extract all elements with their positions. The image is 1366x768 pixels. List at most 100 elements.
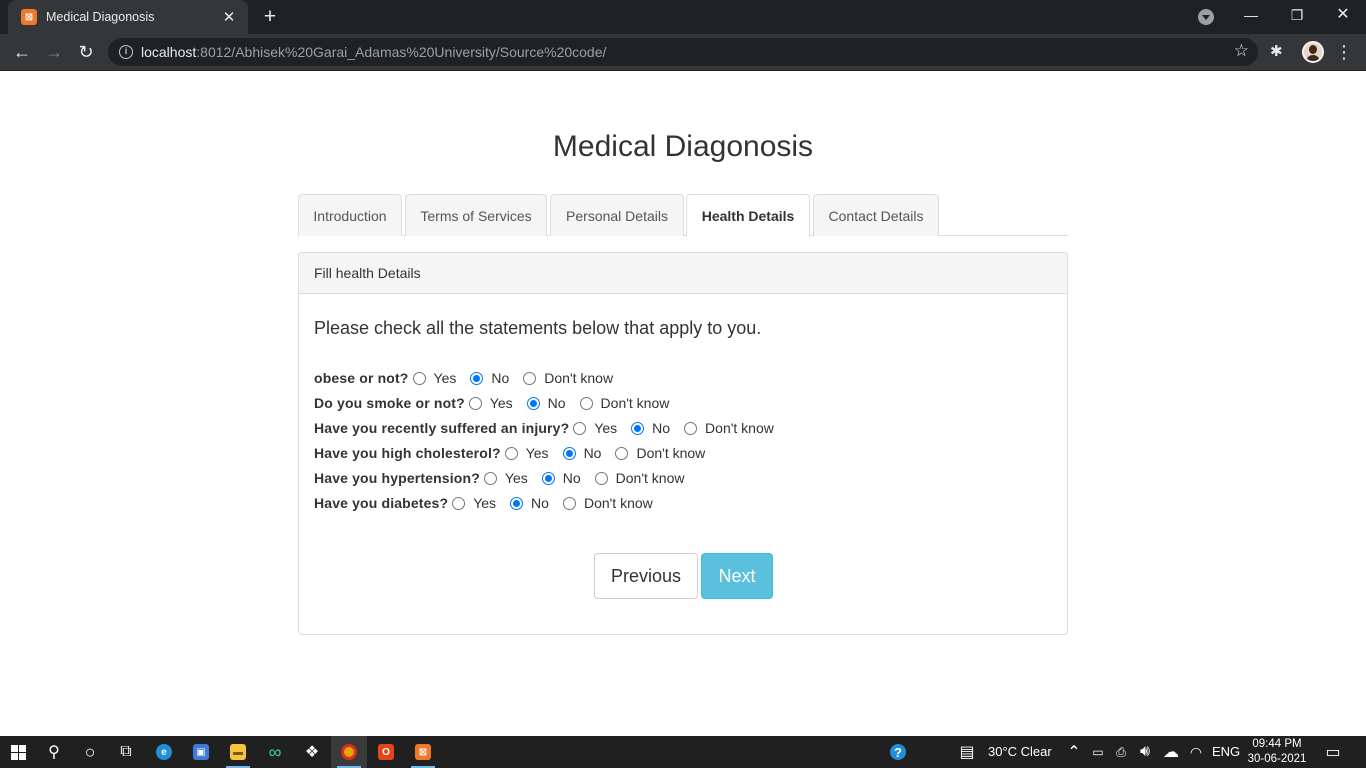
next-button[interactable]: Next — [701, 553, 773, 599]
radio-no[interactable] — [631, 421, 645, 435]
previous-button[interactable]: Previous — [594, 553, 698, 599]
option-label-dont-know[interactable]: Don't know — [616, 470, 685, 486]
onedrive-icon[interactable]: ☁ — [1158, 736, 1184, 768]
bookmark-star-icon[interactable]: ☆ — [1234, 41, 1249, 61]
battery-icon[interactable]: ▭ — [1087, 736, 1109, 768]
minimize-button[interactable]: — — [1228, 0, 1274, 32]
option-label-dont-know[interactable]: Don't know — [584, 495, 653, 511]
system-clock[interactable]: 09:44 PM 30-06-2021 — [1246, 737, 1308, 767]
tab-contact-details[interactable]: Contact Details — [813, 194, 939, 236]
radio-yes[interactable] — [573, 421, 587, 435]
notifications-icon[interactable]: ▭ — [1318, 736, 1348, 768]
health-details-panel: Fill health Details Please check all the… — [298, 252, 1068, 635]
tab-personal-details[interactable]: Personal Details — [550, 194, 684, 236]
option-label-yes[interactable]: Yes — [594, 420, 617, 436]
tray-chevron-up-icon[interactable]: ⌃ — [1062, 736, 1086, 768]
clock-date: 30-06-2021 — [1247, 753, 1307, 765]
url-path: :8012/Abhisek%20Garai_Adamas%20Universit… — [196, 44, 607, 60]
page-title: Medical Diagonosis — [552, 130, 814, 163]
question-label: Have you recently suffered an injury? — [314, 420, 570, 436]
radio-no[interactable] — [526, 396, 540, 410]
radio-yes[interactable] — [504, 446, 518, 460]
language-indicator[interactable]: ENG — [1212, 736, 1240, 768]
tab-introduction[interactable]: Introduction — [298, 194, 402, 236]
question-label: Do you smoke or not? — [314, 395, 465, 411]
radio-dont-know[interactable] — [579, 396, 593, 410]
edge-browser-icon[interactable]: e — [146, 736, 182, 768]
radio-yes[interactable] — [468, 396, 482, 410]
radio-no[interactable] — [510, 496, 524, 510]
option-label-yes[interactable]: Yes — [473, 495, 496, 511]
browser-menu-icon[interactable]: ⋮ — [1334, 38, 1354, 66]
radio-yes[interactable] — [452, 496, 466, 510]
volume-icon[interactable]: 🔊︎ — [1133, 736, 1157, 768]
option-label-yes[interactable]: Yes — [434, 370, 457, 386]
site-info-icon[interactable]: i — [119, 45, 133, 59]
windows-taskbar: ⚲ ○ ⧉ e ▣ ▬ ∞ ❖ O ⊠ ? ▤ 30°C Clear ⌃ ▭ ⎙… — [0, 736, 1366, 768]
dropbox-icon[interactable]: ❖ — [294, 736, 330, 768]
option-label-dont-know[interactable]: Don't know — [636, 445, 705, 461]
store-icon[interactable]: ▣ — [183, 736, 219, 768]
option-label-no[interactable]: No — [563, 470, 581, 486]
cortana-icon[interactable]: ○ — [72, 736, 108, 768]
option-label-no[interactable]: No — [584, 445, 602, 461]
weather-text[interactable]: 30°C Clear — [988, 736, 1052, 768]
browser-tabstrip: ⊠ Medical Diagonosis ✕ + — ❐ ✕ — [0, 0, 1366, 34]
tab-terms-of-services[interactable]: Terms of Services — [405, 194, 547, 236]
option-label-yes[interactable]: Yes — [526, 445, 549, 461]
browser-tab[interactable]: ⊠ Medical Diagonosis ✕ — [8, 0, 248, 34]
radio-dont-know[interactable] — [562, 496, 576, 510]
restore-button[interactable]: ❐ — [1274, 0, 1320, 32]
tab-search-icon[interactable] — [1198, 9, 1214, 25]
back-arrow-icon[interactable]: ← — [8, 38, 36, 66]
forward-arrow-icon[interactable]: → — [40, 38, 68, 66]
question-row: obese or not? Yes No Don't know — [314, 368, 623, 388]
form-tabs: Introduction Terms of Services Personal … — [298, 194, 1068, 237]
network-device-icon[interactable]: ⎙ — [1110, 736, 1132, 768]
task-view-icon[interactable]: ⧉ — [108, 736, 144, 768]
option-label-no[interactable]: No — [548, 395, 566, 411]
tab-health-details[interactable]: Health Details — [686, 194, 810, 237]
url-text[interactable]: localhost:8012/Abhisek%20Garai_Adamas%20… — [141, 44, 606, 60]
wifi-icon[interactable]: ◠ — [1184, 736, 1208, 768]
xampp-taskbar-icon[interactable]: ⊠ — [405, 736, 441, 768]
radio-dont-know[interactable] — [615, 446, 629, 460]
radio-dont-know[interactable] — [523, 371, 537, 385]
option-label-no[interactable]: No — [652, 420, 670, 436]
reload-icon[interactable]: ↻ — [72, 38, 100, 66]
radio-dont-know[interactable] — [684, 421, 698, 435]
windows-start-icon[interactable] — [0, 736, 36, 768]
new-tab-button[interactable]: + — [258, 4, 282, 30]
question-row: Do you smoke or not? Yes No Don't know — [314, 393, 679, 413]
option-label-dont-know[interactable]: Don't know — [544, 370, 613, 386]
radio-no[interactable] — [562, 446, 576, 460]
radio-dont-know[interactable] — [594, 471, 608, 485]
question-label: obese or not? — [314, 370, 409, 386]
close-window-button[interactable]: ✕ — [1320, 0, 1366, 32]
close-tab-icon[interactable]: ✕ — [220, 8, 238, 26]
radio-yes[interactable] — [412, 371, 426, 385]
file-explorer-icon[interactable]: ▬ — [220, 736, 256, 768]
radio-no[interactable] — [470, 371, 484, 385]
option-label-no[interactable]: No — [491, 370, 509, 386]
option-label-yes[interactable]: Yes — [505, 470, 528, 486]
arduino-icon[interactable]: ∞ — [257, 736, 293, 768]
radio-no[interactable] — [541, 471, 555, 485]
option-label-dont-know[interactable]: Don't know — [705, 420, 774, 436]
question-row: Have you hypertension? Yes No Don't know — [314, 468, 694, 488]
chrome-icon[interactable] — [331, 736, 367, 768]
option-label-no[interactable]: No — [531, 495, 549, 511]
help-icon[interactable]: ? — [880, 736, 916, 768]
browser-toolbar: ← → ↻ i localhost:8012/Abhisek%20Garai_A… — [0, 34, 1366, 71]
option-label-dont-know[interactable]: Don't know — [601, 395, 670, 411]
clock-time: 09:44 PM — [1252, 738, 1302, 750]
profile-avatar[interactable] — [1302, 41, 1324, 63]
question-row: Have you recently suffered an injury? Yes… — [314, 418, 784, 438]
address-bar[interactable]: i localhost:8012/Abhisek%20Garai_Adamas%… — [108, 38, 1258, 66]
radio-yes[interactable] — [483, 471, 497, 485]
option-label-yes[interactable]: Yes — [490, 395, 513, 411]
office-icon[interactable]: O — [368, 736, 404, 768]
extensions-puzzle-icon[interactable]: ✱ — [1270, 42, 1283, 60]
search-icon[interactable]: ⚲ — [36, 736, 72, 768]
weather-icon[interactable]: ▤ — [952, 736, 982, 768]
